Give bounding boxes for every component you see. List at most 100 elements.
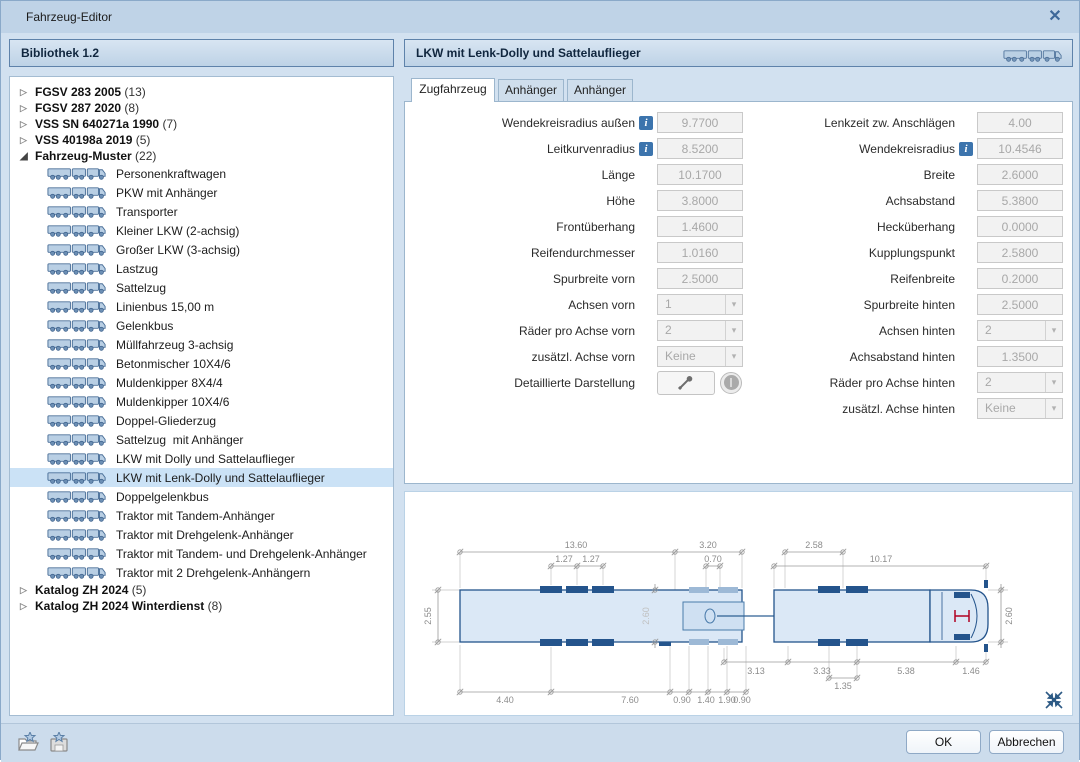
tree-group[interactable]: ◢Fahrzeug-Muster (22) [10,148,393,164]
field-input[interactable]: 0.2000 [977,268,1063,289]
field-control: 1.4600 [657,216,745,237]
tree-group[interactable]: ▷Katalog ZH 2024 (5) [10,582,393,598]
field-select[interactable]: Keine▾ [977,398,1063,419]
field-input[interactable]: 10.1700 [657,164,743,185]
field-input[interactable]: 10.4546 [977,138,1063,159]
tree-item[interactable]: Traktor mit Tandem-Anhänger [10,506,393,525]
info-icon[interactable]: i [639,142,653,156]
tree-item[interactable]: Lastzug [10,259,393,278]
field-input[interactable]: 5.3800 [977,190,1063,211]
field-input[interactable]: 2.5000 [977,294,1063,315]
field-select[interactable]: 2▾ [977,320,1063,341]
expand-arrow-icon[interactable]: ▷ [20,585,35,596]
tree-item[interactable]: Muldenkipper 8X4/4 [10,373,393,392]
field-control: 2▾ [657,320,745,341]
cancel-button[interactable]: Abbrechen [989,730,1064,754]
open-favorites-icon[interactable] [17,732,41,756]
expand-arrow-icon[interactable]: ▷ [20,103,35,114]
form-row: Frontüberhang1.4600 [413,216,745,237]
tree-item[interactable]: LKW mit Dolly und Sattelauflieger [10,449,393,468]
field-control: 1.0160 [657,242,745,263]
chevron-down-icon: ▾ [725,321,742,340]
field-select[interactable]: 1▾ [657,294,743,315]
tree-group[interactable]: ▷VSS SN 640271a 1990 (7) [10,116,393,132]
tab-zugfahrzeug[interactable]: Zugfahrzeug [411,78,495,102]
ok-button[interactable]: OK [906,730,981,754]
tree-item[interactable]: Sattelzug mit Anhänger [10,430,393,449]
tree-item[interactable]: Gelenkbus [10,316,393,335]
tree-item[interactable]: Traktor mit Tandem- und Drehgelenk-Anhän… [10,544,393,563]
tree-item[interactable]: Kleiner LKW (2-achsig) [10,221,393,240]
info-icon[interactable]: i [959,142,973,156]
tree-item-label: Sattelzug [116,281,166,295]
form-row: Leitkurvenradiusi8.5200 [413,138,745,159]
tree-group-count: (13) [121,85,146,99]
tree-item[interactable]: Müllfahrzeug 3-achsig [10,335,393,354]
tree-item[interactable]: Sattelzug [10,278,393,297]
field-input[interactable]: 0.0000 [977,216,1063,237]
zoom-fit-icon[interactable] [1044,690,1064,710]
tree-group[interactable]: ▷Katalog ZH 2024 Winterdienst (8) [10,598,393,614]
titlebar: Fahrzeug-Editor ✕ [1,1,1079,33]
field-input[interactable]: 4.00 [977,112,1063,133]
field-input[interactable]: 1.4600 [657,216,743,237]
tree-item[interactable]: LKW mit Lenk-Dolly und Sattelauflieger [10,468,393,487]
tree-item[interactable]: PKW mit Anhänger [10,183,393,202]
info-icon[interactable]: i [639,116,653,130]
tree-item[interactable]: Doppel-Gliederzug [10,411,393,430]
tree-item[interactable]: Traktor mit 2 Drehgelenk-Anhängern [10,563,393,582]
field-label: Länge [413,168,635,182]
tree-group[interactable]: ▷VSS 40198a 2019 (5) [10,132,393,148]
tab-anhaenger-1[interactable]: Anhänger [498,79,564,102]
tree-group[interactable]: ▷FGSV 287 2020 (8) [10,100,393,116]
field-input[interactable]: 2.6000 [977,164,1063,185]
field-select[interactable]: Keine▾ [657,346,743,367]
svg-text:10.17: 10.17 [870,554,893,564]
pipette-button[interactable] [657,371,715,395]
display-toggle-button[interactable] [720,372,742,394]
tree-item[interactable]: Muldenkipper 10X4/6 [10,392,393,411]
tree-item[interactable]: Linienbus 15,00 m [10,297,393,316]
tree-item[interactable]: Großer LKW (3-achsig) [10,240,393,259]
expand-arrow-icon[interactable]: ▷ [20,119,35,130]
library-tree[interactable]: ▷FGSV 283 2005 (13)▷FGSV 287 2020 (8)▷VS… [9,76,394,716]
save-favorites-icon[interactable] [47,732,71,756]
tree-item[interactable]: Betonmischer 10X4/6 [10,354,393,373]
form-column-left: Wendekreisradius außeni9.7700Leitkurvenr… [413,112,745,393]
expand-arrow-icon[interactable]: ▷ [20,601,35,612]
field-input[interactable]: 9.7700 [657,112,743,133]
select-value: 2 [978,321,1045,340]
field-select[interactable]: 2▾ [977,372,1063,393]
vehicle-icon [38,318,116,333]
field-control: 1.3500 [977,346,1065,367]
form-row: Breite2.6000 [755,164,1065,185]
field-input[interactable]: 1.0160 [657,242,743,263]
field-control: 2▾ [977,372,1065,393]
expand-arrow-icon[interactable]: ▷ [20,87,35,98]
tree-item[interactable]: Transporter [10,202,393,221]
field-input[interactable]: 3.8000 [657,190,743,211]
form-row: zusätzl. Achse vornKeine▾ [413,346,745,367]
tree-item-label: Traktor mit Drehgelenk-Anhänger [116,528,294,542]
tree-item[interactable]: Personenkraftwagen [10,164,393,183]
collapse-arrow-icon[interactable]: ◢ [20,151,35,162]
field-select[interactable]: 2▾ [657,320,743,341]
close-icon[interactable]: ✕ [1043,6,1067,28]
tree-item[interactable]: Traktor mit Drehgelenk-Anhänger [10,525,393,544]
field-input[interactable]: 2.5000 [657,268,743,289]
field-input[interactable]: 8.5200 [657,138,743,159]
expand-arrow-icon[interactable]: ▷ [20,135,35,146]
tree-item-label: Müllfahrzeug 3-achsig [116,338,233,352]
form-row: Reifenbreite0.2000 [755,268,1065,289]
svg-text:3.33: 3.33 [813,666,831,676]
vehicle-icon [38,413,116,428]
tree-item-label: Traktor mit Tandem-Anhänger [116,509,275,523]
tree-item[interactable]: Doppelgelenkbus [10,487,393,506]
tab-anhaenger-2[interactable]: Anhänger [567,79,633,102]
field-input[interactable]: 2.5800 [977,242,1063,263]
svg-text:1.46: 1.46 [962,666,980,676]
svg-text:1.40: 1.40 [697,695,715,705]
tree-group[interactable]: ▷FGSV 283 2005 (13) [10,84,393,100]
field-label: Räder pro Achse hinten [755,376,955,390]
field-input[interactable]: 1.3500 [977,346,1063,367]
